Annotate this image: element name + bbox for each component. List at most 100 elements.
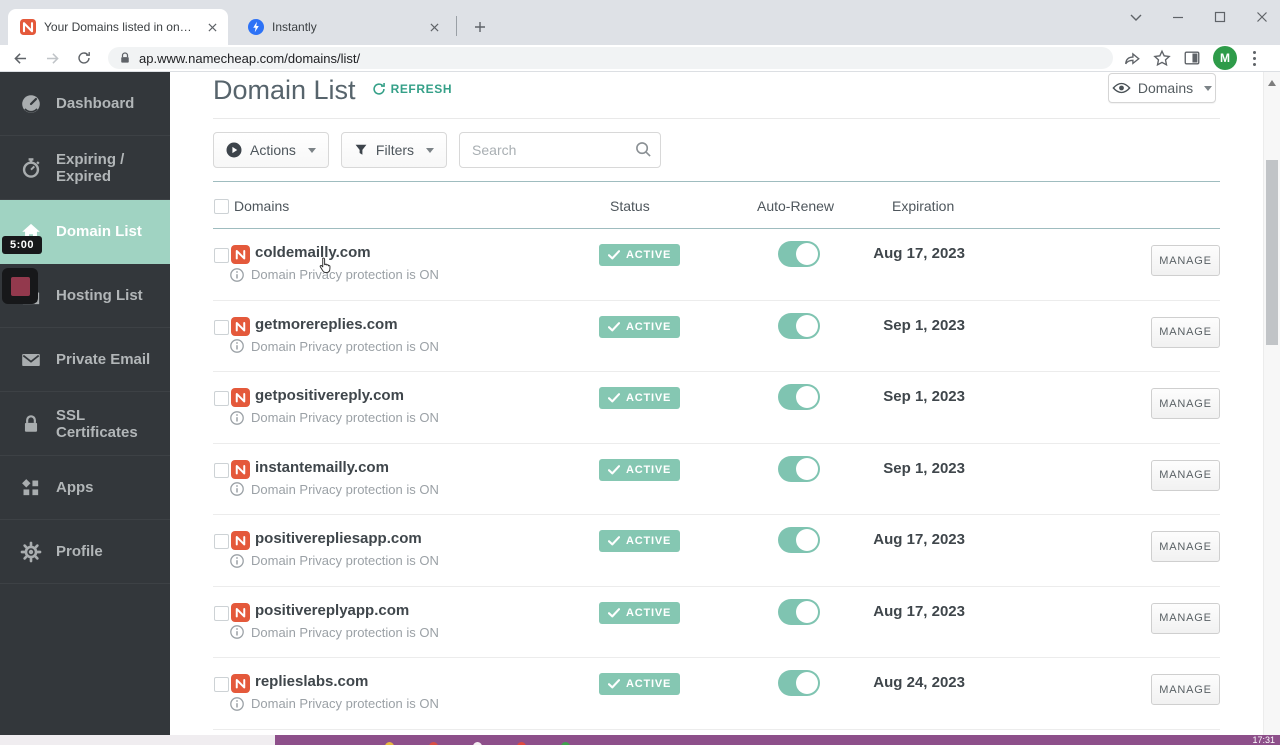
domain-name[interactable]: instantemailly.com: [255, 459, 389, 476]
sidebar-item-dashboard[interactable]: Dashboard: [0, 72, 170, 136]
sidebar-item-expiring[interactable]: Expiring / Expired: [0, 136, 170, 200]
manage-button[interactable]: MANAGE: [1151, 245, 1220, 276]
toggle-knob: [796, 314, 818, 337]
select-all-checkbox[interactable]: [214, 199, 229, 214]
search-icon[interactable]: [635, 141, 652, 158]
auto-renew-toggle[interactable]: [778, 527, 820, 553]
expiration-date: Sep 1, 2023: [883, 316, 965, 334]
chevron-down-icon: [307, 147, 316, 153]
domain-name[interactable]: positivereplyapp.com: [255, 602, 409, 619]
chevron-down-icon: [1204, 85, 1213, 91]
bookmark-star-icon[interactable]: [1153, 49, 1171, 67]
namecheap-icon: [231, 531, 250, 550]
new-tab-button[interactable]: [466, 13, 494, 41]
profile-avatar[interactable]: M: [1213, 46, 1237, 70]
forward-button[interactable]: [40, 46, 64, 70]
sidebar-item-label: Private Email: [56, 351, 151, 368]
toggle-knob: [796, 386, 818, 408]
row-checkbox[interactable]: [214, 462, 229, 478]
row-checkbox[interactable]: [214, 248, 229, 263]
row-checkbox[interactable]: [214, 605, 229, 621]
domain-name[interactable]: getmorereplies.com: [255, 316, 398, 333]
column-header-status[interactable]: Status: [610, 198, 650, 214]
tab-namecheap[interactable]: Your Domains listed in one place: [8, 9, 228, 45]
domain-name[interactable]: replieslabs.com: [255, 673, 368, 690]
auto-renew-toggle[interactable]: [778, 312, 820, 339]
window-chevron-icon[interactable]: [1126, 7, 1146, 27]
privacy-note: Domain Privacy protection is ON: [251, 267, 439, 282]
tab-instantly[interactable]: Instantly: [238, 9, 450, 45]
namecheap-icon: [231, 602, 250, 622]
status-badge: ACTIVE: [599, 530, 681, 552]
tab-close-icon[interactable]: [204, 19, 220, 35]
row-checkbox[interactable]: [214, 319, 229, 335]
browser-window: Your Domains listed in one place Instant…: [0, 0, 1280, 745]
back-button[interactable]: [8, 46, 32, 70]
tab-strip: Your Domains listed in one place Instant…: [0, 0, 1280, 45]
auto-renew-toggle[interactable]: [778, 598, 820, 625]
url-bar[interactable]: ap.www.namecheap.com/domains/list/: [108, 47, 1113, 69]
auto-renew-toggle[interactable]: [778, 455, 820, 482]
share-icon[interactable]: [1123, 49, 1141, 67]
column-header-expiration[interactable]: Expiration: [892, 198, 954, 214]
manage-button[interactable]: MANAGE: [1151, 388, 1220, 419]
side-panel-icon[interactable]: [1183, 49, 1201, 67]
window-minimize-button[interactable]: [1168, 7, 1188, 27]
domain-name[interactable]: positiverepliesapp.com: [255, 530, 422, 547]
manage-button[interactable]: MANAGE: [1151, 531, 1220, 562]
filters-button[interactable]: Filters: [340, 132, 448, 168]
auto-renew-toggle[interactable]: [778, 241, 820, 267]
sidebar-item-ssl-certificates[interactable]: SSL Certificates: [0, 392, 170, 456]
scrollbar-thumb[interactable]: [1266, 160, 1278, 345]
browser-toolbar: ap.www.namecheap.com/domains/list/ M: [0, 45, 1280, 72]
toggle-knob: [796, 672, 818, 694]
sidebar-item-profile[interactable]: Profile: [0, 520, 170, 584]
recording-stop-button[interactable]: [2, 268, 38, 304]
column-header-domains[interactable]: Domains: [234, 198, 289, 214]
table-row: positivereplyapp.com Domain Privacy prot…: [213, 587, 1220, 658]
window-maximize-button[interactable]: [1210, 7, 1230, 27]
status-label: ACTIVE: [626, 463, 672, 476]
manage-button[interactable]: MANAGE: [1151, 316, 1220, 348]
info-icon: [230, 625, 244, 639]
browser-menu-icon[interactable]: [1249, 47, 1260, 70]
manage-button[interactable]: MANAGE: [1151, 459, 1220, 491]
table-row: positiverepliesapp.com Domain Privacy pr…: [213, 515, 1220, 587]
status-label: ACTIVE: [626, 392, 672, 404]
toggle-knob: [796, 529, 818, 551]
actions-button[interactable]: Actions: [213, 132, 329, 168]
tab-close-icon[interactable]: [426, 19, 442, 35]
taskbar-clock: 17:31: [1252, 735, 1275, 745]
apps-grid-icon: [20, 477, 42, 499]
sidebar-item-domain-list[interactable]: Domain List: [0, 200, 180, 264]
view-selector-button[interactable]: Domains: [1108, 73, 1216, 103]
namecheap-icon: [231, 245, 250, 264]
domain-name[interactable]: getpositivereply.com: [255, 387, 404, 404]
row-checkbox[interactable]: [214, 677, 229, 692]
status-badge: ACTIVE: [599, 673, 681, 695]
status-badge: ACTIVE: [599, 601, 681, 624]
page-scrollbar[interactable]: [1263, 72, 1280, 735]
privacy-note: Domain Privacy protection is ON: [251, 553, 439, 568]
row-checkbox[interactable]: [214, 391, 229, 406]
table-row: coldemailly.com Domain Privacy protectio…: [213, 229, 1220, 301]
search-input[interactable]: [459, 132, 662, 168]
manage-button[interactable]: MANAGE: [1151, 602, 1220, 634]
domain-name[interactable]: coldemailly.com: [255, 244, 371, 261]
sidebar-item-private-email[interactable]: Private Email: [0, 328, 170, 392]
manage-button[interactable]: MANAGE: [1151, 674, 1220, 705]
auto-renew-toggle[interactable]: [778, 670, 820, 696]
refresh-button[interactable]: REFRESH: [372, 82, 453, 96]
scrollbar-up-arrow-icon[interactable]: [1268, 80, 1276, 86]
info-icon: [230, 482, 244, 496]
row-checkbox[interactable]: [214, 534, 229, 549]
reload-button[interactable]: [72, 46, 96, 70]
privacy-note: Domain Privacy protection is ON: [251, 410, 439, 425]
namecheap-icon: [231, 459, 250, 479]
auto-renew-toggle[interactable]: [778, 384, 820, 410]
column-header-auto-renew[interactable]: Auto-Renew: [757, 198, 834, 214]
table-row: getmorereplies.com Domain Privacy protec…: [213, 301, 1220, 372]
main-content: Domain List REFRESH Domains Actions Filt…: [170, 72, 1263, 735]
window-close-button[interactable]: [1252, 7, 1272, 27]
sidebar-item-apps[interactable]: Apps: [0, 456, 170, 520]
